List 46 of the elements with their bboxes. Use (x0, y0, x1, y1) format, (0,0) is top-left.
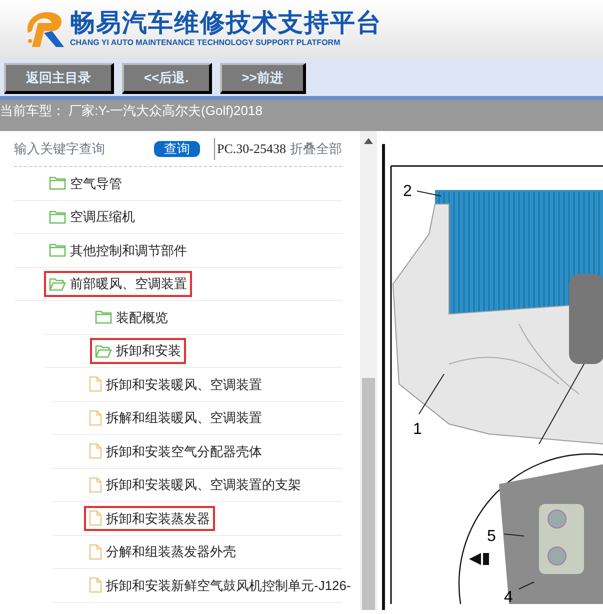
tree-item[interactable]: 前部暖风、空调装置 (44, 271, 192, 296)
document-icon (89, 476, 102, 493)
current-vehicle-text: 当前车型： 厂家:Y-一汽大众高尔夫(Golf)2018 (0, 103, 262, 118)
document-icon (89, 510, 102, 526)
document-icon (89, 443, 102, 460)
tree-item[interactable]: 拆卸和安装新鲜空气鼓风机控制单元-J126- (84, 572, 356, 598)
leader-line (518, 582, 534, 590)
scrollbar[interactable] (360, 131, 377, 610)
part-code: PC.30-25438 (217, 140, 286, 158)
site-subtitle: CHANG YI AUTO MAINTENANCE TECHNOLOGY SUPPORT PLATFORM (70, 37, 342, 49)
tree-item[interactable]: 拆卸和安装暖风、空调装置 (84, 372, 267, 397)
folder-icon (49, 176, 66, 190)
scroll-up-icon[interactable] (364, 138, 373, 144)
leader-line (504, 534, 524, 536)
document-icon (89, 577, 102, 594)
callout-number: 4 (504, 589, 513, 604)
tree-item[interactable]: 拆卸和安装蒸发器 (84, 506, 215, 531)
tree-item[interactable]: 装配概览 (90, 304, 173, 330)
tree-item[interactable]: 空气导管 (44, 170, 127, 196)
nav-button[interactable]: >>前进 (220, 63, 306, 94)
tree-item[interactable]: 分解和组装蒸发器外壳 (84, 539, 241, 564)
document-icon (89, 544, 102, 560)
nav-button[interactable]: 返回主目录 (4, 63, 114, 94)
callout-number: 1 (413, 421, 422, 438)
leader-line (416, 190, 442, 196)
document-icon (89, 376, 102, 392)
tree-item[interactable]: 其他控制和调节部件 (44, 238, 192, 263)
document-icon (89, 410, 102, 426)
open-folder-icon (49, 276, 66, 291)
callout-number: 2 (403, 183, 412, 200)
nav-button[interactable]: <<后退. (122, 63, 212, 94)
search-button[interactable]: 查询 (154, 140, 200, 156)
tree-item[interactable]: 拆卸和安装 (90, 338, 186, 364)
search-placeholder[interactable]: 输入关键字查询 (14, 138, 105, 158)
callout-number: 5 (487, 528, 496, 545)
open-folder-icon (95, 344, 112, 358)
collapse-all-link[interactable]: 折叠全部 (290, 138, 342, 158)
folder-icon (49, 243, 66, 258)
leader-line (418, 374, 444, 414)
tree-item[interactable]: 拆卸和安装空气分配器壳体 (84, 438, 267, 464)
folder-icon (49, 210, 66, 224)
site-title: 畅易汽车维修技术支持平台 (70, 9, 382, 37)
tree-item[interactable]: 拆解和组装暖风、空调装置 (84, 405, 267, 430)
tree-item[interactable]: 拆卸和安装暖风、空调装置的支架 (84, 472, 306, 498)
folder-icon (95, 310, 112, 324)
tree-item[interactable]: 空调压缩机 (44, 204, 140, 230)
